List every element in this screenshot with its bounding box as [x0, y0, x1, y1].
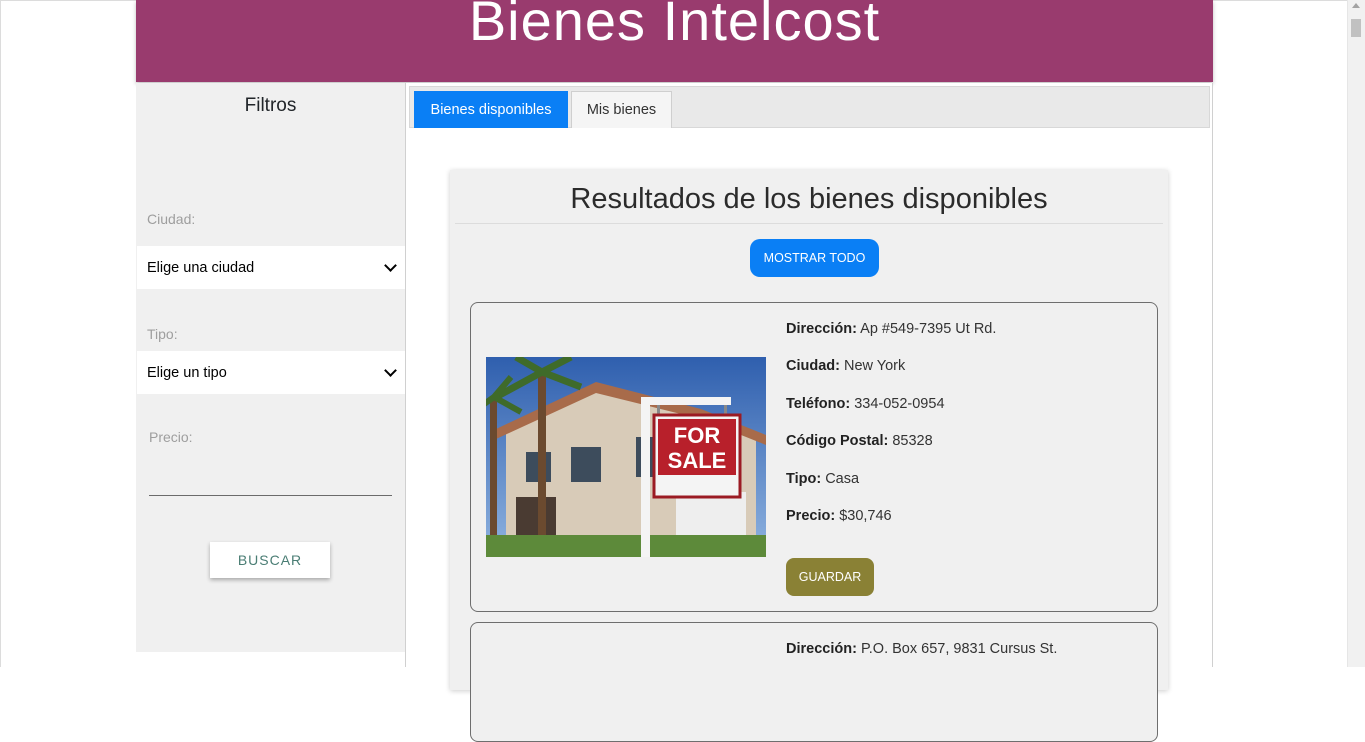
- listing-tipo: Tipo: Casa: [786, 471, 859, 487]
- direccion-value: Ap #549-7395 Ut Rd.: [860, 321, 997, 337]
- guardar-button[interactable]: GUARDAR: [786, 558, 874, 596]
- precio-label: Precio:: [786, 508, 836, 524]
- tab-bienes-disponibles[interactable]: Bienes disponibles: [414, 91, 568, 128]
- sign-text-line-1: FOR: [674, 423, 721, 448]
- ciudad-select-value: Elige una ciudad: [147, 259, 255, 276]
- telefono-label: Teléfono:: [786, 396, 851, 412]
- tipo-select-value: Elige un tipo: [147, 364, 227, 381]
- main-content: Bienes disponibles Mis bienes Resultados…: [405, 83, 1213, 742]
- telefono-value: 334-052-0954: [854, 396, 945, 412]
- listing-direccion: Dirección: Ap #549-7395 Ut Rd.: [786, 321, 996, 337]
- codigo-value: 85328: [892, 433, 933, 449]
- listing-card: Dirección: P.O. Box 657, 9831 Cursus St.: [470, 622, 1158, 742]
- listing-codigo-postal: Código Postal: 85328: [786, 433, 933, 449]
- chevron-down-icon: [384, 364, 397, 377]
- buscar-button[interactable]: BUSCAR: [210, 542, 330, 578]
- tipo-select[interactable]: Elige un tipo: [137, 351, 405, 394]
- ciudad-label: Ciudad:: [147, 211, 196, 227]
- vertical-scrollbar[interactable]: [1347, 0, 1365, 667]
- scrollbar-thumb[interactable]: [1351, 19, 1361, 37]
- ciudad-select[interactable]: Elige una ciudad: [137, 246, 405, 289]
- divider: [455, 223, 1163, 224]
- listing-ciudad: Ciudad: New York: [786, 358, 905, 374]
- listing-direccion: Dirección: P.O. Box 657, 9831 Cursus St.: [786, 641, 1057, 657]
- house-for-sale-image: FOR SALE: [486, 357, 766, 557]
- ciudad-value: New York: [844, 358, 906, 374]
- direccion-value: P.O. Box 657, 9831 Cursus St.: [860, 641, 1058, 657]
- ciudad-label: Ciudad:: [786, 358, 840, 374]
- chevron-down-icon: [384, 259, 397, 272]
- scroll-up-arrow-icon[interactable]: [1352, 3, 1360, 8]
- precio-range-input[interactable]: [149, 495, 392, 496]
- tab-bar: Bienes disponibles Mis bienes: [409, 86, 1210, 128]
- tipo-label: Tipo:: [147, 326, 178, 342]
- tab-mis-bienes[interactable]: Mis bienes: [571, 91, 672, 128]
- tipo-label: Tipo:: [786, 471, 822, 487]
- filters-title: Filtros: [244, 95, 297, 116]
- tipo-value: Casa: [825, 471, 860, 487]
- filters-sidebar: Filtros Ciudad: Elige una ciudad Tipo: E…: [136, 83, 405, 652]
- sign-text-line-2: SALE: [668, 448, 727, 473]
- codigo-label: Código Postal:: [786, 433, 889, 449]
- results-title: Resultados de los bienes disponibles: [570, 183, 1048, 215]
- precio-label: Precio:: [149, 429, 193, 445]
- site-header: Bienes Intelcost: [136, 0, 1213, 82]
- results-panel: Resultados de los bienes disponibles MOS…: [450, 170, 1168, 742]
- site-title: Bienes Intelcost: [468, 0, 881, 52]
- mostrar-todo-button[interactable]: MOSTRAR TODO: [750, 239, 879, 277]
- listing-card: FOR SALE Dirección: Ap #549-7395 Ut Rd. …: [470, 302, 1158, 612]
- precio-value: $30,746: [839, 508, 892, 524]
- direccion-label: Dirección:: [786, 641, 857, 657]
- listing-precio: Precio: $30,746: [786, 508, 892, 524]
- listing-telefono: Teléfono: 334-052-0954: [786, 396, 945, 412]
- direccion-label: Dirección:: [786, 321, 857, 337]
